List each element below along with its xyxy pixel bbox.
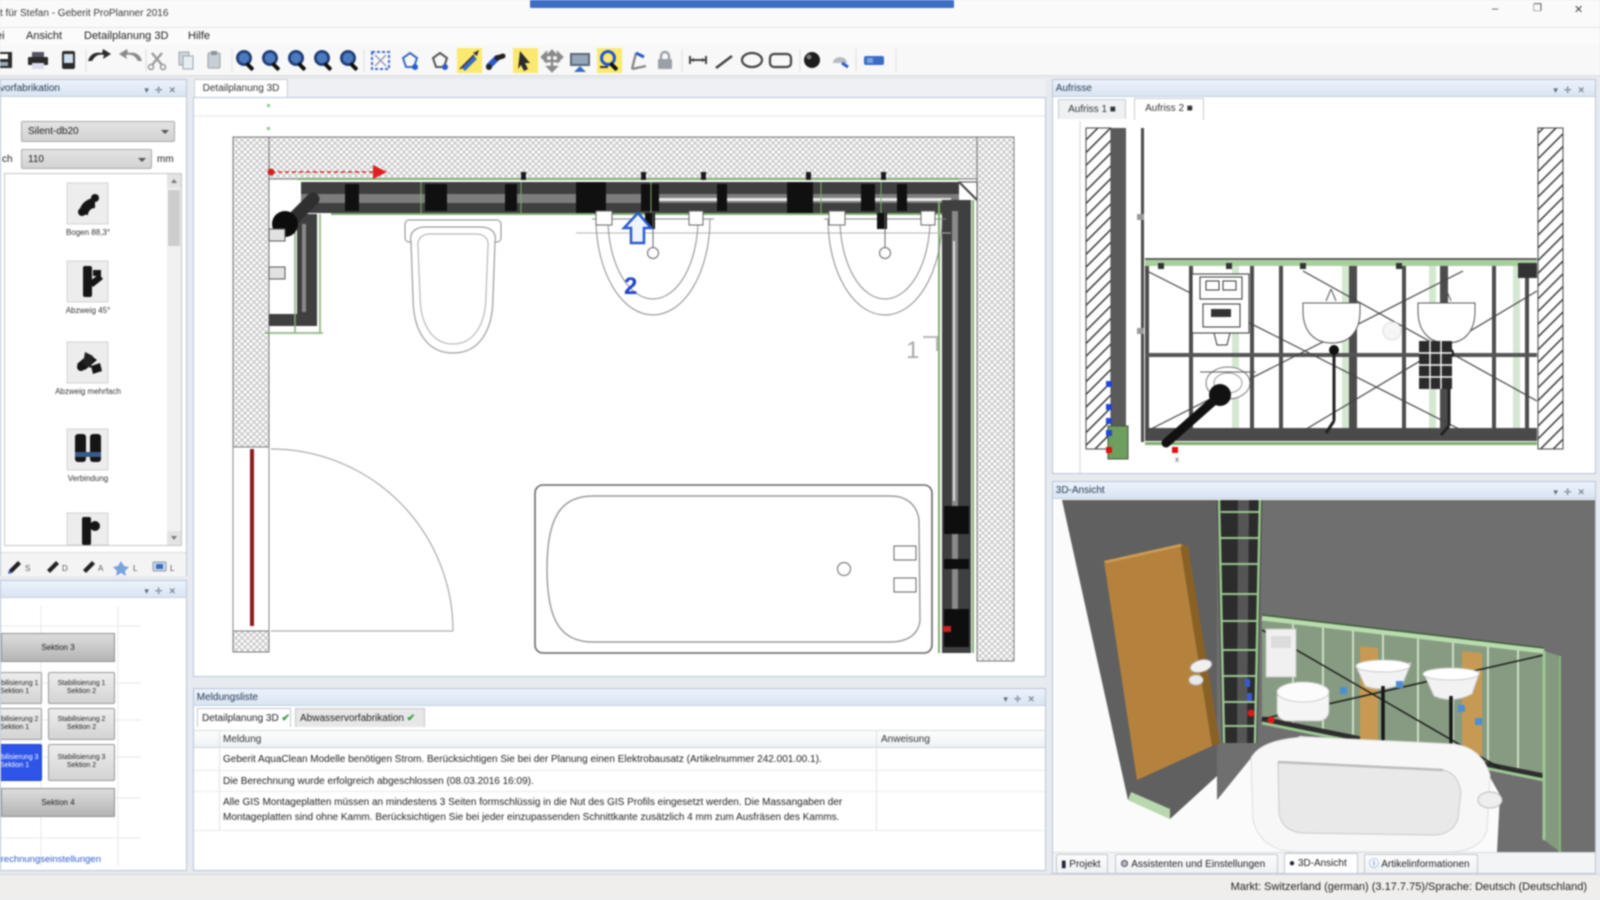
svg-text:2: 2 bbox=[624, 273, 637, 300]
svg-text:x: x bbox=[1175, 455, 1179, 464]
svg-text:1: 1 bbox=[906, 337, 919, 364]
svg-text:S: S bbox=[25, 564, 30, 573]
svg-text:L: L bbox=[133, 564, 138, 573]
svg-text:D: D bbox=[62, 564, 68, 573]
svg-text:L: L bbox=[170, 564, 175, 573]
svg-text:A: A bbox=[98, 564, 104, 573]
